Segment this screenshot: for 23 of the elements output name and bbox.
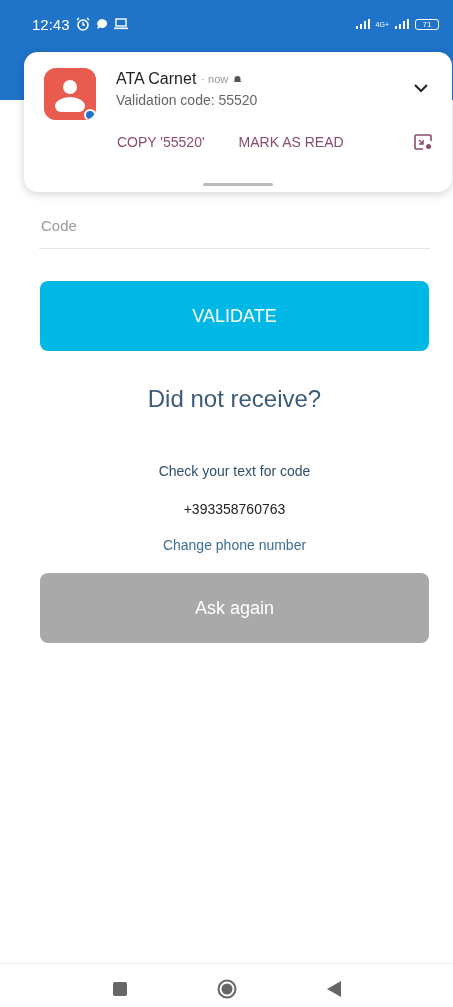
battery-level: 71 [415,18,439,30]
change-phone-link[interactable]: Change phone number [162,537,307,553]
resend-title: Did not receive? [147,385,322,413]
notification-app-name: ATA Carnet [116,70,197,88]
notification-action-button[interactable]: COPY '55520' [117,134,205,150]
code-input-field[interactable]: Code [39,205,430,249]
sms-hint-text: Check your text for code [158,463,311,479]
recent-apps-icon[interactable] [112,981,127,996]
bell-icon [233,74,243,84]
home-icon[interactable] [216,978,237,999]
notification-message: Validation code: 55520 [116,92,259,108]
notification-action-button[interactable]: MARK AS READ [238,134,344,150]
picture-in-picture-icon[interactable] [414,134,432,150]
status-time: 12:43 [32,15,70,33]
chat-bubble-icon [95,18,108,30]
phone-number: +393358760763 [183,501,286,517]
signal-icon [355,19,370,29]
laptop-icon [113,18,128,30]
contact-app-icon [44,68,96,120]
alarm-clock-icon [75,17,90,31]
back-icon[interactable] [326,980,341,997]
signal-icon [395,19,409,29]
notification-time: · now [201,73,229,85]
